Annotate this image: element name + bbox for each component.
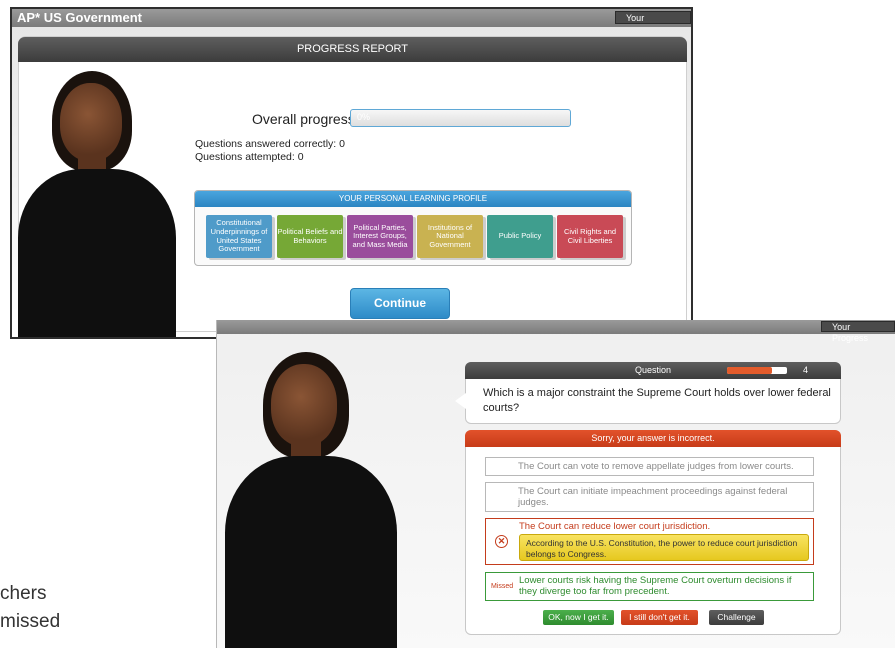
ok-got-it-button[interactable]: OK, now I get it. (543, 610, 614, 625)
app-title: AP* US Government (17, 10, 142, 25)
still-dont-get-it-button[interactable]: I still don't get it. (621, 610, 698, 625)
screenshot-stage: chers missed AP* US Government Your Prog… (0, 0, 895, 648)
explanation-box: According to the U.S. Constitution, the … (519, 534, 809, 561)
profile-block-institutions[interactable]: Institutions of National Government (417, 215, 483, 258)
learning-profile-title: YOUR PERSONAL LEARNING PROFILE (195, 191, 631, 207)
learning-profile: YOUR PERSONAL LEARNING PROFILE Constitut… (194, 190, 632, 266)
question-text: Which is a major constraint the Supreme … (483, 387, 831, 415)
your-progress-button-2[interactable]: Your Progress (821, 321, 895, 343)
answer-option-missed[interactable]: Missed Lower courts risk having the Supr… (485, 572, 814, 601)
profile-block-civil-rights[interactable]: Civil Rights and Civil Liberties (557, 215, 623, 258)
app-titlebar: AP* US Government Your Progress (12, 9, 691, 36)
progress-report-body: PROGRESS REPORT Overall progress 0% Ques… (12, 27, 691, 337)
feedback-title: Sorry, your answer is incorrect. (465, 430, 841, 447)
missed-tag: Missed (491, 583, 514, 590)
your-progress-button[interactable]: Your Progress (615, 11, 691, 36)
question-header: Question 4 (465, 362, 841, 379)
overall-progress-bar: 0% (350, 109, 571, 127)
tutor-avatar (12, 65, 187, 337)
wrong-option-text: The Court can reduce lower court jurisdi… (519, 521, 711, 532)
questions-attempted: Questions attempted: 0 (195, 151, 304, 163)
profile-block-constitutional[interactable]: Constitutional Underpinnings of United S… (206, 215, 272, 258)
missed-option-text: Lower courts risk having the Supreme Cou… (519, 575, 792, 598)
question-number: 4 (803, 365, 809, 375)
side-caption-line-2: missed (0, 610, 61, 632)
overall-progress-value: 0% (357, 112, 371, 122)
question-window: Your Progress Question 4 Which is a majo… (216, 320, 895, 648)
overall-progress-label: Overall progress (252, 111, 355, 127)
profile-block-political-beliefs[interactable]: Political Beliefs and Behaviors (277, 215, 343, 258)
profile-block-political-parties[interactable]: Political Parties, Interest Groups, and … (347, 215, 413, 258)
progress-report-window: AP* US Government Your Progress PROGRESS… (10, 7, 693, 339)
answer-option-2[interactable]: The Court can initiate impeachment proce… (485, 482, 814, 512)
incorrect-icon: ✕ (495, 535, 508, 548)
questions-correct: Questions answered correctly: 0 (195, 138, 345, 150)
question-label: Question (635, 365, 672, 375)
continue-button[interactable]: Continue (350, 288, 450, 319)
answer-option-1[interactable]: The Court can vote to remove appellate j… (485, 457, 814, 477)
question-progress-fill (727, 367, 772, 374)
side-caption-line-1: chers (0, 583, 47, 604)
report-title: PROGRESS REPORT (18, 37, 687, 62)
profile-block-public-policy[interactable]: Public Policy (487, 215, 553, 258)
side-caption: chers missed (0, 580, 60, 635)
challenge-button[interactable]: Challenge (709, 610, 764, 625)
answer-option-wrong[interactable]: ✕ The Court can reduce lower court juris… (485, 518, 814, 565)
speech-tail (455, 393, 466, 409)
question-titlebar: Your Progress (217, 320, 895, 343)
question-progress-bar (727, 367, 787, 374)
tutor-avatar-2 (217, 348, 407, 648)
